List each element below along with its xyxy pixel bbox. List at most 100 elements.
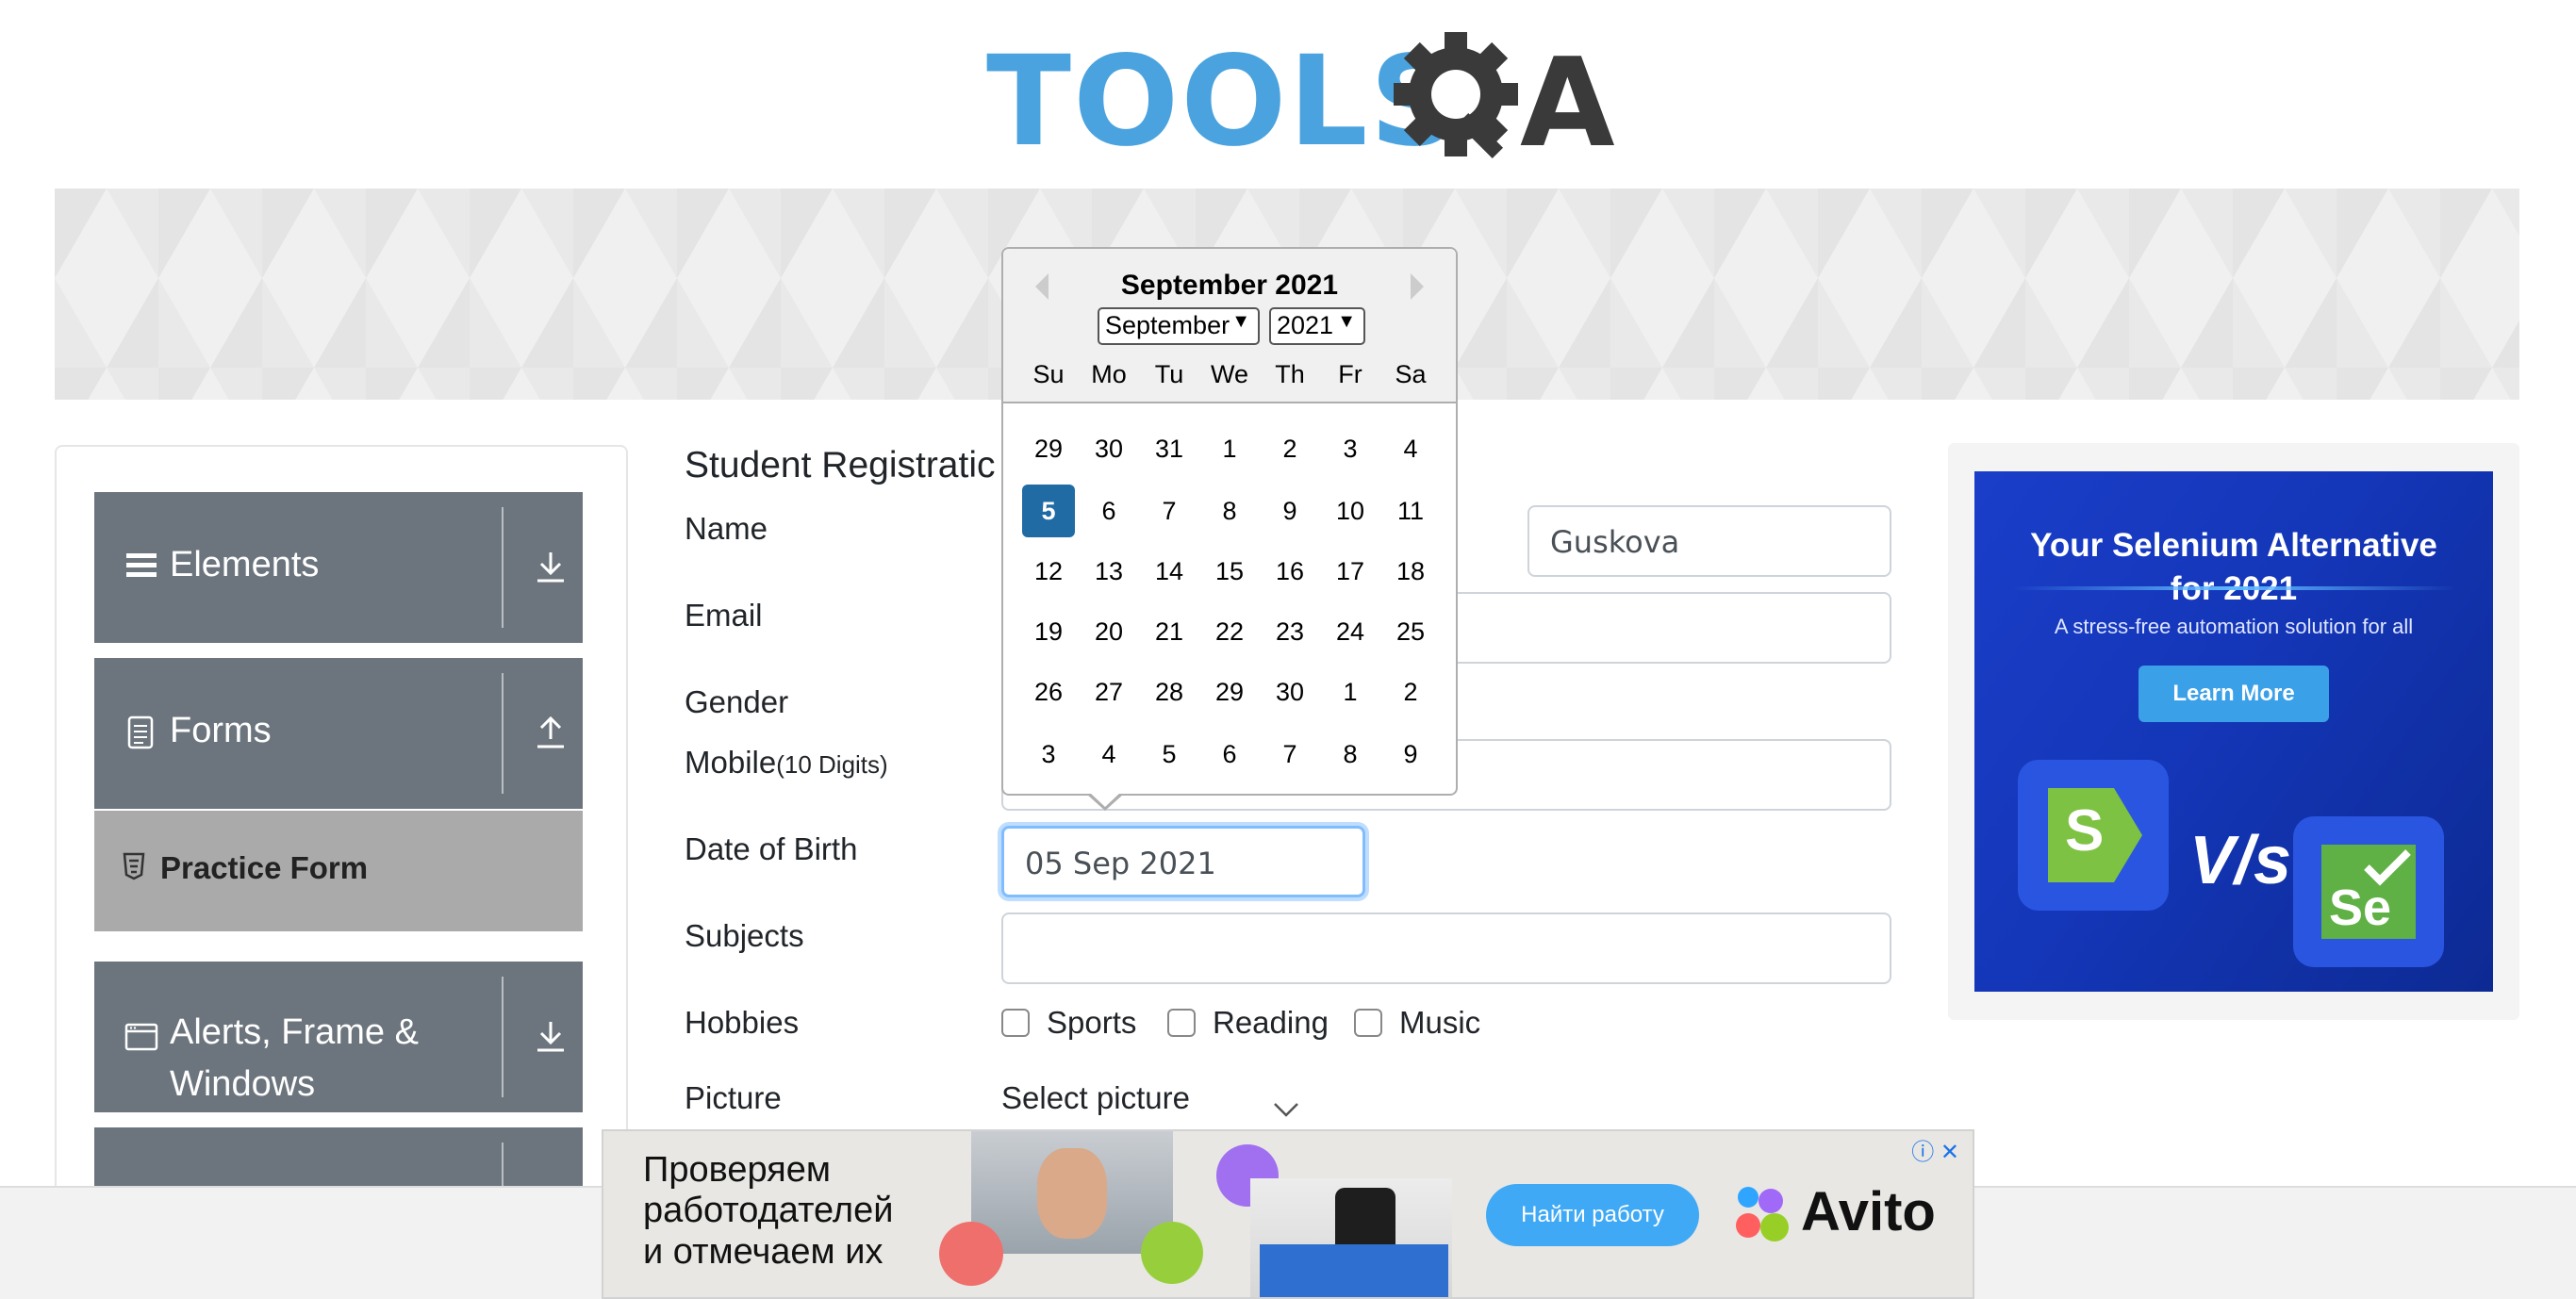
- sidebar-group-elements[interactable]: Elements: [94, 492, 583, 643]
- select-picture-button[interactable]: Select picture: [1001, 1080, 1190, 1116]
- chevron-down-icon: ▼: [1337, 311, 1356, 332]
- datepicker-day[interactable]: 29: [1203, 666, 1256, 718]
- datepicker-day[interactable]: 8: [1324, 728, 1377, 781]
- datepicker-day[interactable]: 31: [1143, 422, 1196, 475]
- datepicker-day[interactable]: 3: [1324, 422, 1377, 475]
- datepicker-day-selected[interactable]: 5: [1022, 485, 1075, 537]
- toolsqa-logo[interactable]: TOOLS A: [986, 26, 1615, 177]
- datepicker-day[interactable]: 6: [1203, 728, 1256, 781]
- datepicker-day[interactable]: 4: [1384, 422, 1437, 475]
- avito-dots-icon: [1736, 1187, 1789, 1241]
- sidebar-group-forms[interactable]: Forms: [94, 658, 583, 809]
- ad-subtitle: A stress-free automation solution for al…: [2054, 615, 2414, 638]
- upload-icon[interactable]: [534, 715, 568, 752]
- download-icon[interactable]: [534, 1018, 568, 1056]
- sidebar-item-practice-form[interactable]: Practice Form: [94, 811, 583, 931]
- datepicker-day[interactable]: 2: [1384, 666, 1437, 718]
- bottom-ad-photo-man: [971, 1131, 1173, 1254]
- hamburger-icon: [126, 553, 157, 577]
- datepicker-day[interactable]: 28: [1143, 666, 1196, 718]
- mobile-hint: (10 Digits): [776, 750, 888, 779]
- email-label: Email: [685, 598, 763, 633]
- datepicker-day[interactable]: 20: [1082, 605, 1135, 658]
- side-advertisement[interactable]: Your Selenium Alternative for 2021 A str…: [1974, 471, 2493, 992]
- datepicker-day[interactable]: 8: [1203, 485, 1256, 537]
- datepicker-day[interactable]: 23: [1263, 605, 1316, 658]
- hobby-reading[interactable]: Reading: [1167, 1005, 1329, 1041]
- datepicker-day[interactable]: 16: [1263, 545, 1316, 598]
- hobbies-label: Hobbies: [685, 1005, 800, 1040]
- weekday-label: Th: [1275, 360, 1305, 388]
- info-icon[interactable]: ⓘ: [1911, 1140, 1934, 1165]
- datepicker-day[interactable]: 13: [1082, 545, 1135, 598]
- datepicker-day[interactable]: 9: [1384, 728, 1437, 781]
- html5-icon: [123, 852, 145, 880]
- bottom-advertisement[interactable]: Проверяем работодателей и отмечаем их На…: [602, 1129, 1974, 1299]
- datepicker-day[interactable]: 19: [1022, 605, 1075, 658]
- datepicker-day[interactable]: 24: [1324, 605, 1377, 658]
- datepicker-day[interactable]: 12: [1022, 545, 1075, 598]
- learn-more-button[interactable]: Learn More: [2138, 666, 2329, 722]
- sidebar: Elements Forms Practice Form Alerts, Fra…: [55, 445, 628, 1293]
- checkbox[interactable]: [1354, 1009, 1382, 1037]
- datepicker-day[interactable]: 1: [1324, 666, 1377, 718]
- datepicker-day[interactable]: 7: [1143, 485, 1196, 537]
- month-select-value: September: [1105, 311, 1230, 339]
- datepicker-day[interactable]: 5: [1143, 728, 1196, 781]
- datepicker-title: September 2021: [1120, 270, 1339, 301]
- datepicker-day[interactable]: 21: [1143, 605, 1196, 658]
- month-select[interactable]: September ▼: [1098, 307, 1260, 345]
- sidebar-group-label: Elements: [170, 545, 320, 584]
- ad-title: Your Selenium Alternative for 2021: [1974, 524, 2493, 611]
- datepicker-day[interactable]: 29: [1022, 422, 1075, 475]
- weekday-label: We: [1210, 360, 1248, 388]
- datepicker-day[interactable]: 30: [1082, 422, 1135, 475]
- label-line-2: Windows: [170, 1064, 316, 1105]
- datepicker-day[interactable]: 1: [1203, 422, 1256, 475]
- datepicker-day[interactable]: 10: [1324, 485, 1377, 537]
- datepicker-day[interactable]: 3: [1022, 728, 1075, 781]
- date-of-birth-input[interactable]: 05 Sep 2021: [1001, 826, 1365, 897]
- avito-brand: Avito: [1801, 1181, 1936, 1242]
- hobby-music[interactable]: Music: [1354, 1005, 1480, 1041]
- subjects-input[interactable]: [1001, 913, 1891, 984]
- picture-label: Picture: [685, 1080, 782, 1115]
- datepicker-day[interactable]: 26: [1022, 666, 1075, 718]
- datepicker-day[interactable]: 30: [1263, 666, 1316, 718]
- checkbox[interactable]: [1001, 1009, 1030, 1037]
- datepicker-day[interactable]: 2: [1263, 422, 1316, 475]
- mobile-label-text: Mobile: [685, 745, 777, 780]
- hobby-sports[interactable]: Sports: [1001, 1005, 1136, 1041]
- datepicker-day[interactable]: 22: [1203, 605, 1256, 658]
- overalls-image: [1260, 1244, 1448, 1297]
- divider: [502, 507, 504, 628]
- close-icon[interactable]: ✕: [1940, 1140, 1959, 1165]
- divider: [502, 977, 504, 1097]
- datepicker-day[interactable]: 14: [1143, 545, 1196, 598]
- mobile-label: Mobile(10 Digits): [685, 745, 888, 781]
- datepicker-day[interactable]: 6: [1082, 485, 1135, 537]
- last-name-input[interactable]: Guskova: [1527, 505, 1891, 577]
- find-job-button[interactable]: Найти работу: [1486, 1184, 1699, 1246]
- datepicker-day[interactable]: 25: [1384, 605, 1437, 658]
- datepicker-header: September 2021 September ▼ 2021 ▼ Su Mo Tu…: [1003, 249, 1456, 403]
- datepicker-day[interactable]: 15: [1203, 545, 1256, 598]
- selenium-logo-icon: Se: [2321, 845, 2416, 939]
- checkmark-icon: [2364, 849, 2411, 886]
- datepicker-day[interactable]: 9: [1263, 485, 1316, 537]
- datepicker-day[interactable]: 18: [1384, 545, 1437, 598]
- datepicker-day[interactable]: 11: [1384, 485, 1437, 537]
- checkbox[interactable]: [1167, 1009, 1196, 1037]
- form-title: Student Registratic: [685, 445, 996, 485]
- datepicker-day[interactable]: 4: [1082, 728, 1135, 781]
- datepicker-day[interactable]: 17: [1324, 545, 1377, 598]
- next-month-icon[interactable]: [1411, 273, 1424, 300]
- datepicker-day[interactable]: 27: [1082, 666, 1135, 718]
- dob-label: Date of Birth: [685, 831, 858, 866]
- year-select[interactable]: 2021 ▼: [1269, 307, 1365, 345]
- download-icon[interactable]: [534, 549, 568, 586]
- sidebar-group-alerts[interactable]: Alerts, Frame & Windows: [94, 962, 583, 1112]
- datepicker-day[interactable]: 7: [1263, 728, 1316, 781]
- year-select-value: 2021: [1277, 311, 1334, 339]
- weekday-label: Tu: [1154, 360, 1184, 388]
